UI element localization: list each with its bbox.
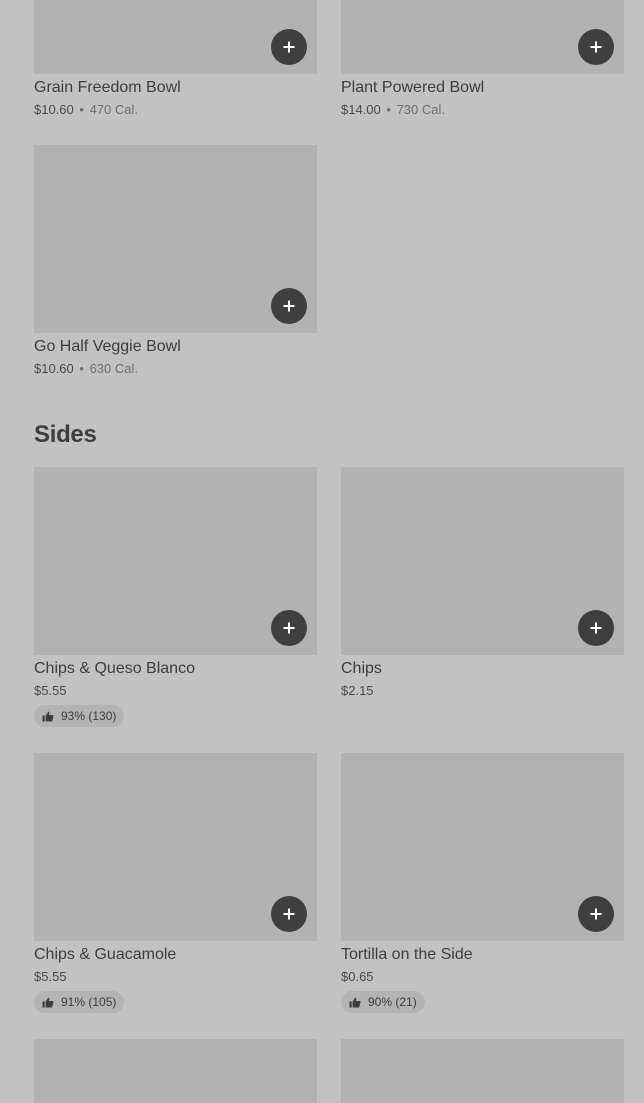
item-calories: 730 Cal. [396, 102, 445, 117]
add-to-cart-button[interactable] [578, 610, 614, 646]
plus-icon [590, 908, 602, 920]
item-image[interactable] [341, 0, 624, 74]
item-image[interactable] [341, 467, 624, 655]
item-name[interactable]: Chips [341, 660, 624, 678]
item-price: $14.00 [341, 102, 381, 117]
menu-item-card[interactable]: Chips & Queso Blanco $5.55 93% (130) [34, 467, 317, 727]
menu-item-card[interactable] [341, 1039, 624, 1103]
thumbs-up-icon [42, 997, 54, 1007]
item-calories: 630 Cal. [89, 361, 138, 376]
menu-item-card[interactable]: Tortilla on the Side $0.65 90% (21) [341, 753, 624, 1013]
item-price: $5.55 [34, 683, 67, 698]
plus-icon [283, 300, 295, 312]
rating-badge: 91% (105) [34, 991, 125, 1013]
item-meta: $5.55 [34, 683, 317, 698]
menu-item-card[interactable]: Chips & Guacamole $5.55 91% (105) [34, 753, 317, 1013]
item-image[interactable] [34, 0, 317, 74]
menu-item-card[interactable]: Plant Powered Bowl $14.00 • 730 Cal. [341, 0, 624, 117]
item-meta: $10.60 • 630 Cal. [34, 361, 317, 376]
item-price: $2.15 [341, 683, 374, 698]
plus-icon [590, 41, 602, 53]
plus-icon [283, 622, 295, 634]
item-name[interactable]: Go Half Veggie Bowl [34, 338, 317, 356]
item-image[interactable] [341, 1039, 624, 1103]
plus-icon [590, 622, 602, 634]
item-price: $10.60 [34, 102, 74, 117]
item-name[interactable]: Plant Powered Bowl [341, 79, 624, 97]
plus-icon [283, 908, 295, 920]
item-name[interactable]: Chips & Queso Blanco [34, 660, 317, 678]
menu-item-card[interactable]: Go Half Veggie Bowl $10.60 • 630 Cal. [34, 145, 317, 376]
rating-text: 91% (105) [61, 995, 117, 1009]
add-to-cart-button[interactable] [578, 29, 614, 65]
item-price: $10.60 [34, 361, 74, 376]
meta-separator: • [79, 102, 84, 117]
item-meta: $5.55 [34, 969, 317, 984]
thumbs-up-icon [349, 997, 361, 1007]
add-to-cart-button[interactable] [578, 896, 614, 932]
menu-item-card[interactable]: Chips $2.15 [341, 467, 624, 698]
item-name[interactable]: Tortilla on the Side [341, 946, 624, 964]
menu-item-card[interactable]: Grain Freedom Bowl $10.60 • 470 Cal. [34, 0, 317, 117]
add-to-cart-button[interactable] [271, 288, 307, 324]
add-to-cart-button[interactable] [271, 29, 307, 65]
item-meta: $14.00 • 730 Cal. [341, 102, 624, 117]
item-meta: $2.15 [341, 683, 624, 698]
item-image[interactable] [34, 753, 317, 941]
item-image[interactable] [34, 145, 317, 333]
item-meta: $0.65 [341, 969, 624, 984]
plus-icon [283, 41, 295, 53]
item-image[interactable] [34, 467, 317, 655]
rating-text: 90% (21) [368, 995, 417, 1009]
item-image[interactable] [341, 753, 624, 941]
rating-badge: 90% (21) [341, 991, 425, 1013]
meta-separator: • [386, 102, 391, 117]
rating-text: 93% (130) [61, 709, 117, 723]
item-calories: 470 Cal. [89, 102, 138, 117]
item-name[interactable]: Grain Freedom Bowl [34, 79, 317, 97]
rating-badge: 93% (130) [34, 705, 125, 727]
thumbs-up-icon [42, 711, 54, 721]
item-price: $5.55 [34, 969, 67, 984]
item-image[interactable] [34, 1039, 317, 1103]
item-meta: $10.60 • 470 Cal. [34, 102, 317, 117]
add-to-cart-button[interactable] [271, 610, 307, 646]
add-to-cart-button[interactable] [271, 896, 307, 932]
section-title-sides: Sides [34, 421, 97, 448]
item-price: $0.65 [341, 969, 374, 984]
meta-separator: • [79, 361, 84, 376]
item-name[interactable]: Chips & Guacamole [34, 946, 317, 964]
menu-item-card[interactable] [34, 1039, 317, 1103]
